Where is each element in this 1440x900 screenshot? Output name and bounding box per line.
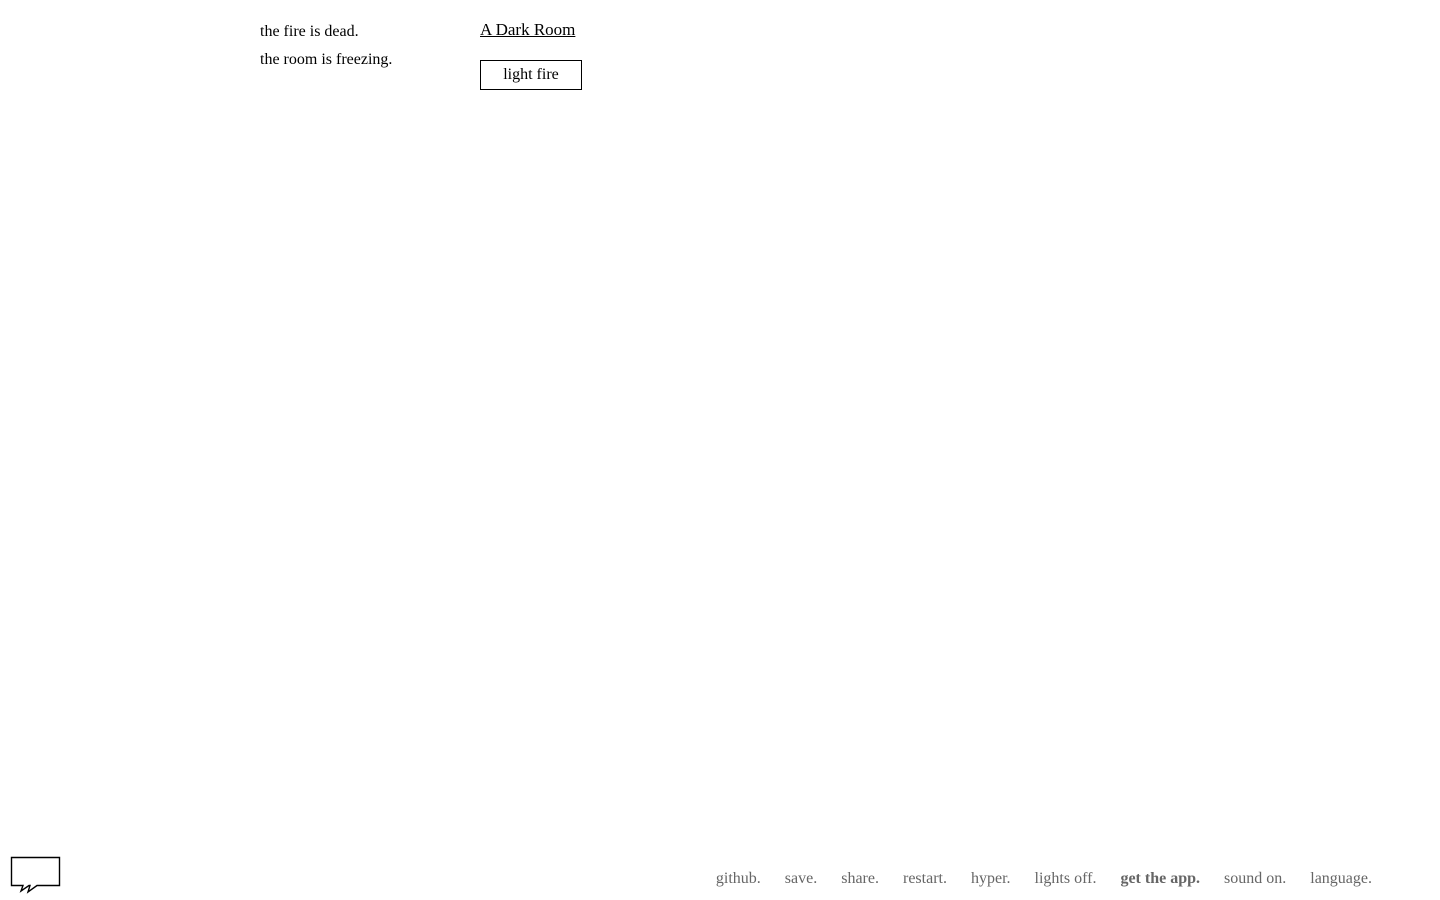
light-fire-button[interactable]: light fire: [480, 60, 582, 90]
page: the fire is dead. the room is freezing. …: [0, 0, 1440, 900]
speech-bubble-icon[interactable]: [10, 856, 62, 894]
menu-share[interactable]: share.: [841, 869, 879, 889]
menu-save[interactable]: save.: [785, 869, 817, 889]
action-buttons: light fire: [480, 60, 582, 90]
notification-fire-dead: the fire is dead.: [260, 23, 359, 40]
location-tab-dark-room[interactable]: A Dark Room: [480, 18, 575, 42]
menu-hyper[interactable]: hyper.: [971, 869, 1011, 889]
notification-room-freezing: the room is freezing.: [260, 51, 393, 68]
menu-lights-off[interactable]: lights off.: [1035, 869, 1097, 889]
menu-sound-on[interactable]: sound on.: [1224, 869, 1286, 889]
footer-menu: github. save. share. restart. hyper. lig…: [716, 869, 1372, 889]
menu-restart[interactable]: restart.: [903, 869, 947, 889]
menu-language[interactable]: language.: [1310, 869, 1372, 889]
menu-github[interactable]: github.: [716, 869, 761, 889]
menu-get-the-app[interactable]: get the app.: [1120, 869, 1200, 889]
notifications-log: the fire is dead. the room is freezing.: [260, 18, 460, 74]
location-header: A Dark Room: [480, 18, 575, 42]
